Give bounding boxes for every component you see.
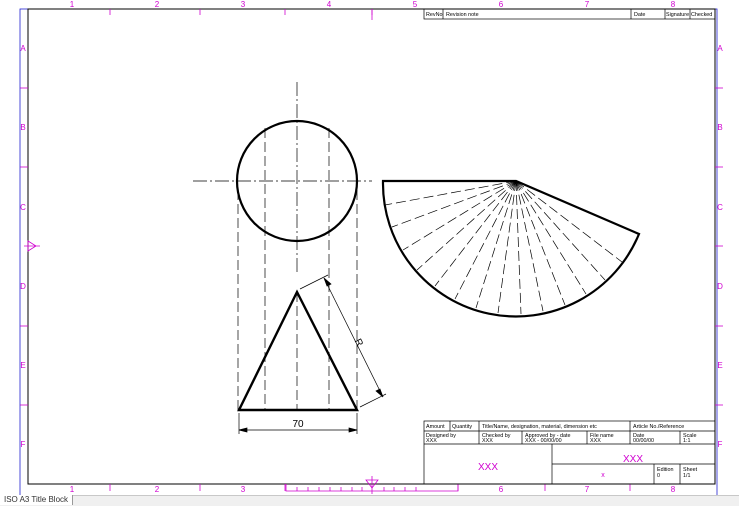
zone-col-2-bottom: 2 [155,485,160,494]
front-view: 70 R [237,274,387,434]
title-block: Amount Quantity Title/Name, designation,… [423,420,716,485]
zone-row-e-left: E [20,361,25,370]
zone-row-a-right: A [717,44,723,53]
sector-outline [381,179,641,318]
scale-value: 1:1 [683,438,691,444]
checked-by-value: XXX [482,438,493,444]
drawing-title-value: XXX [623,454,643,465]
projection-lines [237,128,358,410]
zone-col-8-top: 8 [671,0,676,9]
zone-col-3-top: 3 [241,0,246,9]
zone-row-d-right: D [717,282,723,291]
zone-row-b-right: B [717,123,722,132]
revision-table: RevNo Revision note Date Signature Check… [423,8,716,20]
top-view [193,82,372,410]
zone-col-2-top: 2 [155,0,160,9]
outer-border [19,8,718,497]
zone-row-f-left: F [21,440,26,449]
cone-development [381,179,641,318]
center-mark-left [24,240,40,252]
approved-by-value: XXX - 00/00/00 [525,438,562,444]
zone-ticks [20,9,723,491]
quantity-label: Quantity [452,424,472,430]
zone-col-1-top: 1 [70,0,75,9]
zone-row-c-left: C [20,203,26,212]
top-view-centerlines [193,82,372,272]
zone-col-3-bottom: 3 [241,485,246,494]
zone-col-7-bottom: 7 [585,485,590,494]
zone-col-1-bottom: 1 [70,485,75,494]
designed-by-value: XXX [426,438,437,444]
slant-dimension-value: R [352,337,365,348]
cone-triangle [237,289,359,412]
rev-note-header: Revision note [446,12,479,18]
edition-value: 0 [657,473,660,479]
rev-no-header: RevNo [426,12,442,18]
zone-row-c-right: C [717,203,723,212]
slant-dimension [299,274,387,408]
company-value: XXX [478,462,498,473]
zone-row-e-right: E [717,361,722,370]
article-label: Article No./Reference [633,424,684,430]
zone-row-b-left: B [20,123,25,132]
base-dimension-value: 70 [292,419,304,430]
sector-generator-lines [384,180,623,315]
inner-border [27,8,716,485]
title-label: Title/Name, designation, material, dimen… [482,424,597,430]
frame [19,8,718,497]
zone-labels: 1 2 3 4 5 6 7 8 1 2 3 6 7 8 A B C D E F … [20,0,723,494]
drawing-subtitle-value: x [601,472,605,479]
rev-checked-header: Checked [691,12,712,18]
rev-date-header: Date [634,12,645,18]
date-value: 00/00/00 [633,438,654,444]
zone-col-5-top: 5 [413,0,418,9]
zone-col-6-top: 6 [499,0,504,9]
zone-row-f-right: F [718,440,723,449]
drawing-sheet: 1 2 3 4 5 6 7 8 1 2 3 6 7 8 A B C D E F … [19,0,723,497]
zone-row-d-left: D [20,282,26,291]
rev-signature-header: Signature [666,12,689,18]
zone-col-8-bottom: 8 [671,485,676,494]
file-name-value: XXX [590,438,601,444]
zone-row-a-left: A [20,44,26,53]
zone-col-4-top: 4 [327,0,332,9]
zone-col-6-bottom: 6 [499,485,504,494]
zone-col-7-top: 7 [585,0,590,9]
sheet-tab[interactable]: ISO A3 Title Block [0,495,74,505]
amount-label: Amount [426,424,445,430]
sheet-value: 1/1 [683,473,691,479]
status-bar: ISO A3 Title Block [0,495,739,506]
